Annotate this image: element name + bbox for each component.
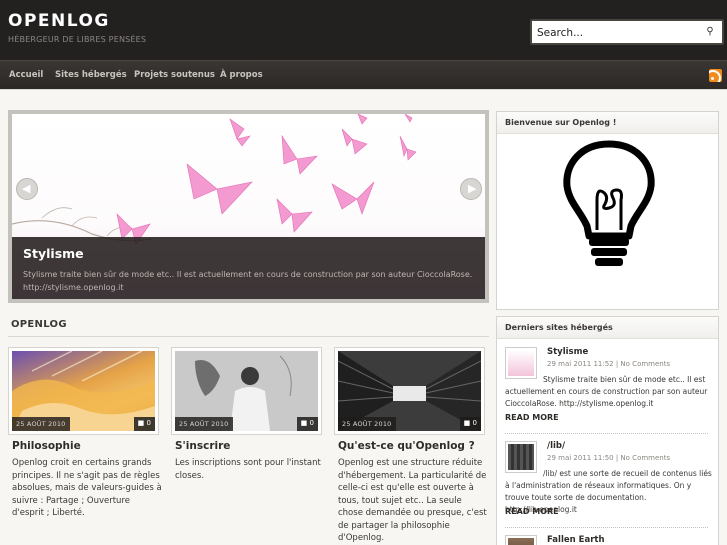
chevron-left-icon: ◀ [22,182,31,195]
post-excerpt: Openlog croit en certains grands princip… [12,458,162,518]
rss-icon[interactable] [709,69,722,82]
read-more-link[interactable]: READ MORE [505,413,559,422]
post-thumbnail[interactable]: 25 AOÛT 2010 ■ 0 [334,347,485,435]
chevron-right-icon: ▶ [468,182,477,195]
section-divider [8,336,489,337]
post-date-badge: 25 AOÛT 2010 [12,417,70,431]
comment-icon: ■ [463,419,471,427]
comment-icon: ■ [300,419,308,427]
search-icon[interactable]: ⚲ [704,26,716,38]
post-excerpt: Les inscriptions sont pour l'instant clo… [175,458,321,481]
post-title[interactable]: Philosophie [12,440,81,452]
read-more-link[interactable]: READ MORE [505,507,559,516]
search-input[interactable] [537,25,697,41]
site-tagline: HÉBERGEUR DE LIBRES PENSÉES [8,35,147,44]
comment-count-badge[interactable]: ■ 0 [296,417,318,431]
section-title: OPENLOG [11,319,67,330]
slide-text: Stylisme traite bien sûr de mode etc.. I… [23,270,473,292]
slide-caption: Stylisme Stylisme traite bien sûr de mod… [12,237,485,299]
featured-slider[interactable]: Stylisme Stylisme traite bien sûr de mod… [8,110,489,303]
recent-sites-widget: Derniers sites hébergés Stylisme 29 mai … [496,316,719,545]
recent-meta: 29 mai 2011 11:50 | No Comments [547,454,671,462]
post-title[interactable]: S'inscrire [175,440,230,452]
post-excerpt: Openlog est une structure réduite d'hébe… [338,458,487,543]
nav-item-sites-heberges[interactable]: Sites hébergés [55,70,127,80]
welcome-widget: Bienvenue sur Openlog ! [496,111,719,310]
post-title[interactable]: Qu'est-ce qu'Openlog ? [338,440,475,452]
comment-count-badge[interactable]: ■ 0 [133,417,155,431]
nav-item-a-propos[interactable]: À propos [220,70,263,80]
main-nav: Accueil Sites hébergés Projets soutenus … [0,60,727,89]
site-header: OPENLOG HÉBERGEUR DE LIBRES PENSÉES ⚲ [0,0,727,60]
post-thumbnail[interactable]: 25 AOÛT 2010 ■ 0 [8,347,159,435]
recent-title[interactable]: Fallen Earth [547,535,605,545]
recent-thumbnail[interactable] [505,535,537,545]
recent-meta: 29 mai 2011 11:52 | No Comments [547,360,671,368]
site-title[interactable]: OPENLOG [8,11,110,31]
recent-excerpt: Stylisme traite bien sûr de mode etc.. I… [505,375,708,408]
widget-title: Bienvenue sur Openlog ! [497,112,718,134]
widget-title: Derniers sites hébergés [497,317,718,339]
comment-icon: ■ [137,419,145,427]
nav-item-accueil[interactable]: Accueil [9,70,43,80]
comment-count-badge[interactable]: ■ 0 [459,417,481,431]
divider [505,527,708,528]
slide-image[interactable]: Stylisme Stylisme traite bien sûr de mod… [12,114,485,299]
lightbulb-icon [563,140,655,266]
divider [505,433,708,434]
nav-item-projets-soutenus[interactable]: Projets soutenus [134,70,215,80]
slider-next-button[interactable]: ▶ [460,178,482,200]
post-thumbnail[interactable]: 25 AOÛT 2010 ■ 0 [171,347,322,435]
recent-title[interactable]: Stylisme [547,347,588,357]
search-box[interactable]: ⚲ [530,19,724,45]
post-date-badge: 25 AOÛT 2010 [338,417,396,431]
slider-prev-button[interactable]: ◀ [16,178,38,200]
slide-title[interactable]: Stylisme [23,246,84,261]
post-date-badge: 25 AOÛT 2010 [175,417,233,431]
recent-title[interactable]: /lib/ [547,441,565,451]
